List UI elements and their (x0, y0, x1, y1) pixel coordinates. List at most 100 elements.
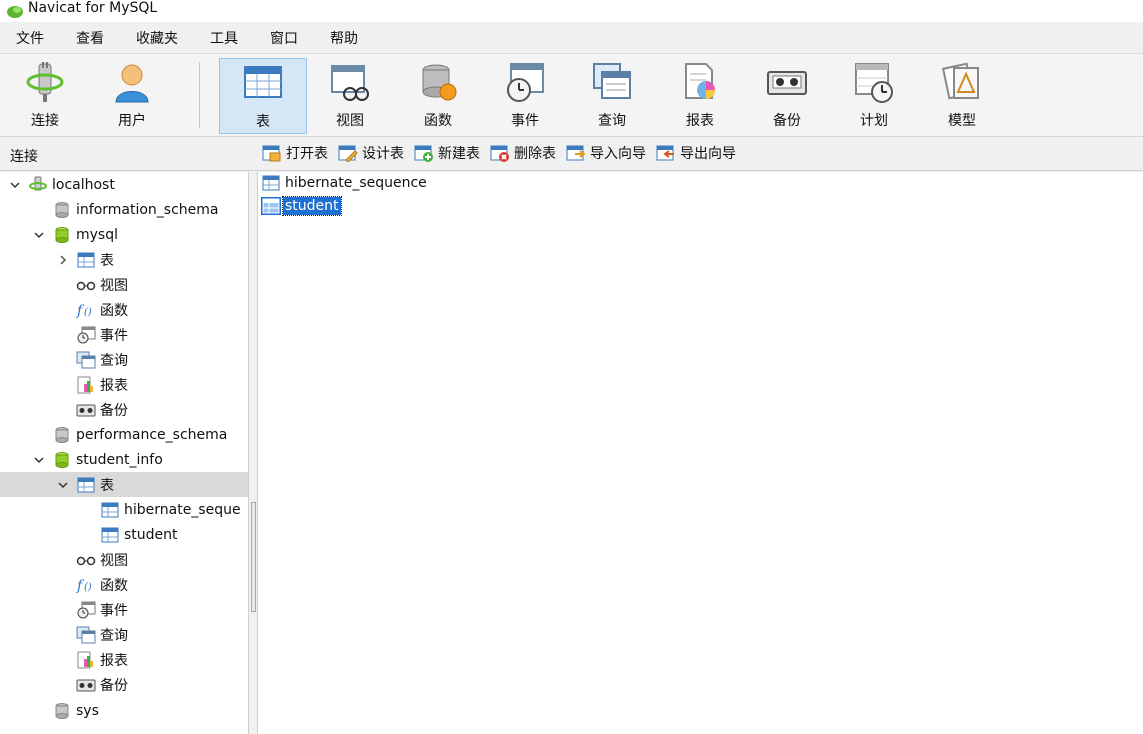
menu-bar: 文件 查看 收藏夹 工具 窗口 帮助 (0, 22, 1143, 53)
tree-item-student-info-backups[interactable]: 备份 (0, 672, 248, 697)
reports-icon (77, 651, 93, 668)
report-icon (685, 63, 715, 99)
tree-item-student-info-reports[interactable]: 报表 (0, 647, 248, 672)
model-label: 模型 (948, 113, 976, 129)
pane-splitter[interactable] (249, 172, 258, 734)
tree-item-sys[interactable]: sys (0, 698, 248, 723)
tree-item-student-info-functions[interactable]: f() 函数 (0, 572, 248, 597)
menu-tools[interactable]: 工具 (202, 28, 246, 48)
tree-item-mysql-backups[interactable]: 备份 (0, 397, 248, 422)
chevron-right-icon[interactable] (56, 253, 70, 267)
backups-icon (76, 679, 96, 691)
view-button[interactable]: 视图 (306, 58, 394, 134)
tree-item-student-info[interactable]: student_info (0, 447, 248, 472)
tree-label: localhost (52, 176, 115, 193)
tree-label: 查询 (100, 352, 128, 369)
model-button[interactable]: 模型 (918, 58, 1006, 134)
tree-item-mysql-reports[interactable]: 报表 (0, 372, 248, 397)
menu-file[interactable]: 文件 (8, 28, 52, 48)
new-table-button[interactable]: 新建表 (414, 143, 480, 163)
query-label: 查询 (598, 113, 626, 129)
queries-icon (76, 626, 96, 643)
splitter-grip[interactable] (251, 502, 256, 612)
tree-item-mysql-events[interactable]: 事件 (0, 322, 248, 347)
tree-item-student-info-queries[interactable]: 查询 (0, 622, 248, 647)
table-button[interactable]: 表 (219, 58, 307, 134)
menu-favorites[interactable]: 收藏夹 (128, 28, 186, 48)
table-icon (101, 502, 119, 517)
chevron-down-icon[interactable] (8, 178, 22, 192)
tree-label: 视图 (100, 552, 128, 569)
design-table-button[interactable]: 设计表 (338, 143, 404, 163)
tree-label: sys (76, 702, 99, 719)
tree-item-mysql-queries[interactable]: 查询 (0, 347, 248, 372)
database-open-icon (55, 226, 69, 243)
menu-view[interactable]: 查看 (68, 28, 112, 48)
tree-item-mysql-views[interactable]: 视图 (0, 272, 248, 297)
function-icon (422, 64, 457, 101)
function-fx-icon: f() (76, 578, 92, 594)
menu-help[interactable]: 帮助 (322, 28, 366, 48)
open-table-button[interactable]: 打开表 (262, 143, 328, 163)
tree-label: 函数 (100, 577, 128, 594)
backup-label: 备份 (773, 113, 801, 129)
model-icon (941, 62, 979, 100)
tree-item-student-info-events[interactable]: 事件 (0, 597, 248, 622)
tree-label: 函数 (100, 302, 128, 319)
tree-item-mysql[interactable]: mysql (0, 222, 248, 247)
report-label: 报表 (686, 113, 714, 129)
import-wizard-button[interactable]: 导入向导 (566, 143, 646, 163)
events-icon (77, 601, 96, 618)
export-wizard-icon (656, 145, 674, 161)
design-table-label: 设计表 (362, 146, 404, 162)
tree-item-mysql-tables[interactable]: 表 (0, 247, 248, 272)
tree-label: 事件 (100, 602, 128, 619)
delete-table-button[interactable]: 删除表 (490, 143, 556, 163)
database-icon (55, 426, 69, 443)
tree-label: 视图 (100, 277, 128, 294)
new-table-label: 新建表 (438, 146, 480, 162)
view-label: 视图 (336, 113, 364, 129)
event-button[interactable]: 事件 (481, 58, 569, 134)
object-item-student[interactable]: student (258, 195, 342, 217)
tree-item-hibernate-sequence[interactable]: hibernate_seque (0, 497, 248, 522)
menu-window[interactable]: 窗口 (262, 28, 306, 48)
svg-text:(): () (84, 582, 92, 593)
event-icon (507, 63, 544, 102)
schedule-button[interactable]: 计划 (830, 58, 918, 134)
open-table-icon (262, 145, 281, 162)
import-wizard-label: 导入向导 (590, 146, 646, 162)
tree-item-student-info-views[interactable]: 视图 (0, 547, 248, 572)
tree-label: 表 (100, 477, 114, 494)
window-title: Navicat for MySQL (28, 0, 158, 16)
function-fx-icon: f() (76, 303, 92, 319)
object-name: student (282, 196, 342, 216)
query-button[interactable]: 查询 (568, 58, 656, 134)
function-button[interactable]: 函数 (394, 58, 482, 134)
chevron-down-icon[interactable] (56, 478, 70, 492)
tables-icon (77, 252, 95, 267)
tree-label: hibernate_seque (124, 501, 241, 518)
delete-table-icon (490, 145, 509, 162)
connect-icon (26, 62, 64, 102)
tree-item-performance-schema[interactable]: performance_schema (0, 422, 248, 447)
chevron-down-icon[interactable] (32, 228, 46, 242)
tree-item-student-info-tables[interactable]: 表 (0, 472, 248, 497)
user-button[interactable]: 用户 (88, 58, 176, 134)
table-icon (101, 527, 119, 542)
tree-item-mysql-functions[interactable]: f() 函数 (0, 297, 248, 322)
report-button[interactable]: 报表 (656, 58, 744, 134)
chevron-down-icon[interactable] (32, 453, 46, 467)
tree-item-information-schema[interactable]: information_schema (0, 197, 248, 222)
export-wizard-button[interactable]: 导出向导 (656, 143, 736, 163)
tree-label: 事件 (100, 327, 128, 344)
object-item-hibernate-sequence[interactable]: hibernate_sequence (258, 172, 429, 194)
tree-label: 报表 (100, 377, 128, 394)
query-icon (593, 63, 631, 99)
tree-item-localhost[interactable]: localhost (0, 172, 248, 197)
navicat-window: Navicat for MySQL 文件 查看 收藏夹 工具 窗口 帮助 连接 … (0, 0, 1143, 734)
tree-item-student[interactable]: student (0, 522, 248, 547)
connect-label: 连接 (31, 113, 59, 129)
backup-button[interactable]: 备份 (743, 58, 831, 134)
connect-button[interactable]: 连接 (1, 58, 89, 134)
